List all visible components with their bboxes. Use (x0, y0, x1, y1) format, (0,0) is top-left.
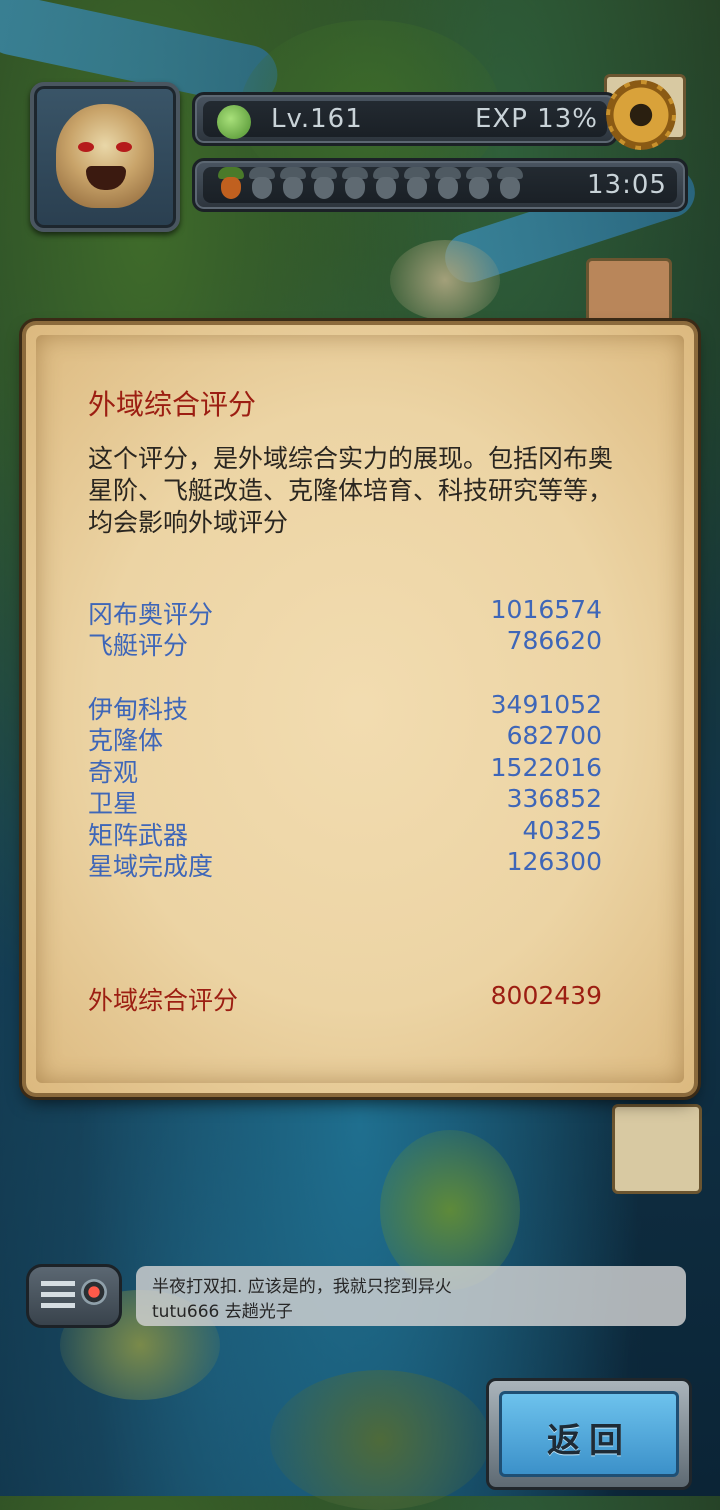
back-button-label: 返回 (547, 1421, 631, 1461)
score-row: 伊甸科技 3491052 (88, 690, 602, 724)
avatar-portrait (56, 104, 154, 208)
score-value: 1016574 (490, 595, 602, 624)
score-label: 卫星 (88, 789, 139, 818)
chat-radio-button[interactable] (26, 1264, 122, 1328)
score-value: 126300 (506, 847, 602, 876)
score-label: 克隆体 (88, 726, 164, 755)
settings-gear-icon[interactable] (606, 80, 676, 150)
level-leaf-icon (217, 105, 251, 139)
score-panel: 外域综合评分 这个评分，是外域综合实力的展现。包括冈布奥星阶、飞艇改造、克隆体培… (26, 325, 694, 1093)
score-row: 冈布奥评分 1016574 (88, 595, 602, 629)
energy-acorn-icon (466, 167, 492, 201)
chat-preview[interactable]: 半夜打双扣. 应该是的，我就只挖到异火 tutu666 去趟光子 (136, 1266, 686, 1326)
energy-acorn-icon (497, 167, 523, 201)
menu-lines-icon (41, 1281, 75, 1309)
energy-acorn-icon (404, 167, 430, 201)
score-value: 1522016 (490, 753, 602, 782)
score-label: 星域完成度 (88, 852, 214, 881)
score-value: 40325 (522, 816, 602, 845)
chat-message: tutu666 去趟光子 (152, 1302, 293, 1322)
score-value: 3491052 (490, 690, 602, 719)
score-row: 矩阵武器 40325 (88, 816, 602, 850)
score-row: 克隆体 682700 (88, 721, 602, 755)
top-ranking-badge[interactable] (612, 1104, 702, 1194)
total-score-row: 外域综合评分 8002439 (88, 981, 602, 1015)
score-row: 卫星 336852 (88, 784, 602, 818)
score-label: 飞艇评分 (88, 631, 189, 660)
chat-message: 半夜打双扣. 应该是的，我就只挖到异火 (152, 1277, 452, 1297)
energy-acorn-icon (218, 167, 244, 201)
player-avatar[interactable] (30, 82, 180, 232)
back-button[interactable]: 返回 (486, 1378, 692, 1490)
energy-acorn-icon (280, 167, 306, 201)
energy-timer: 13:05 (587, 170, 667, 200)
score-row: 飞艇评分 786620 (88, 626, 602, 660)
map-temple (390, 240, 500, 320)
score-value: 336852 (506, 784, 602, 813)
treasure-badge[interactable] (586, 258, 672, 328)
energy-acorn-icon (311, 167, 337, 201)
panel-description: 这个评分，是外域综合实力的展现。包括冈布奥星阶、飞艇改造、克隆体培育、科技研究等… (88, 444, 614, 537)
score-value: 682700 (506, 721, 602, 750)
score-row: 奇观 1522016 (88, 753, 602, 787)
score-row: 星域完成度 126300 (88, 847, 602, 881)
level-text: Lv.161 (271, 104, 363, 134)
map-island (270, 1370, 490, 1510)
record-dot-icon (81, 1279, 107, 1305)
energy-acorn-icon (249, 167, 275, 201)
level-bar[interactable]: Lv.161 EXP 13% (192, 92, 618, 146)
panel-title: 外域综合评分 (88, 388, 257, 421)
exp-text: EXP 13% (475, 104, 598, 134)
energy-acorn-icon (373, 167, 399, 201)
total-score-label: 外域综合评分 (88, 986, 239, 1015)
energy-acorn-icon (342, 167, 368, 201)
score-value: 786620 (506, 626, 602, 655)
energy-acorn-icon (435, 167, 461, 201)
total-score-value: 8002439 (490, 981, 602, 1010)
